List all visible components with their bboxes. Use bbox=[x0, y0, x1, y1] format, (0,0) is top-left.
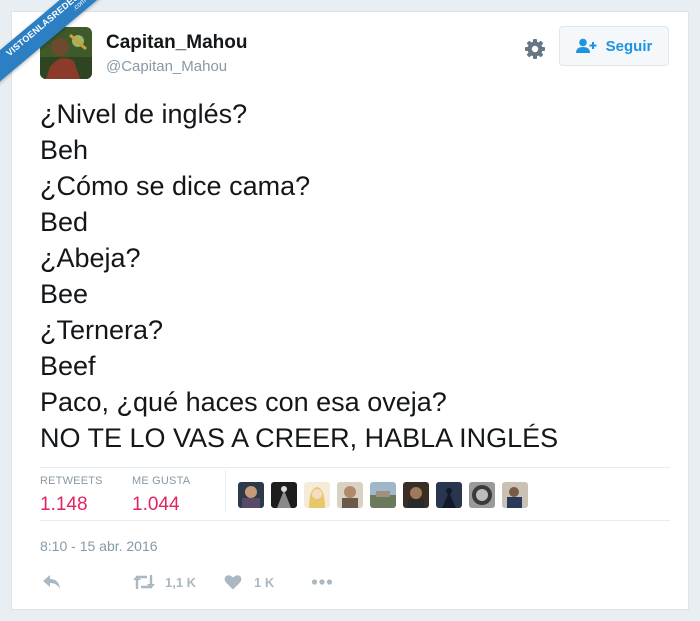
gear-icon[interactable] bbox=[524, 38, 546, 60]
retweet-button[interactable]: 1,1 K bbox=[132, 574, 196, 590]
add-user-icon bbox=[575, 38, 597, 53]
likes-label: ME GUSTA bbox=[132, 475, 191, 487]
more-icon bbox=[311, 579, 333, 585]
liker-avatars bbox=[238, 482, 535, 508]
liker-avatar[interactable] bbox=[304, 482, 330, 508]
tweet-line: Beh bbox=[40, 135, 89, 165]
likes-stat[interactable]: ME GUSTA 1.044 bbox=[132, 475, 190, 516]
tweet-line: Paco, ¿qué haces con esa oveja? bbox=[40, 387, 447, 417]
follow-button-label: Seguir bbox=[605, 37, 653, 55]
divider bbox=[40, 467, 670, 468]
follow-button[interactable]: Seguir bbox=[559, 26, 669, 66]
tweet-line: ¿Cómo se dice cama? bbox=[40, 171, 311, 201]
tweet-line: Bed bbox=[40, 207, 89, 237]
retweet-count: 1,1 K bbox=[165, 574, 197, 590]
tweet-line: ¿Nivel de inglés? bbox=[40, 99, 248, 129]
tweet-line: ¿Abeja? bbox=[40, 243, 141, 273]
tweet-card: Capitan_Mahou @Capitan_Mahou Seguir ¿Niv… bbox=[11, 11, 689, 610]
more-button[interactable] bbox=[311, 574, 333, 590]
retweet-icon bbox=[133, 575, 155, 589]
retweets-count: 1.148 bbox=[40, 494, 88, 515]
liker-avatar[interactable] bbox=[436, 482, 462, 508]
user-handle[interactable]: @Capitan_Mahou bbox=[106, 58, 227, 75]
liker-avatar[interactable] bbox=[337, 482, 363, 508]
likes-count: 1.044 bbox=[132, 494, 180, 515]
like-count: 1 K bbox=[254, 574, 275, 590]
user-name[interactable]: Capitan_Mahou bbox=[106, 32, 247, 54]
liker-avatar[interactable] bbox=[469, 482, 495, 508]
liker-avatar[interactable] bbox=[502, 482, 528, 508]
tweet-line: NO TE LO VAS A CREER, HABLA INGLÉS bbox=[40, 423, 559, 453]
divider bbox=[40, 520, 670, 521]
reply-button[interactable] bbox=[42, 574, 62, 590]
liker-avatar[interactable] bbox=[370, 482, 396, 508]
like-button[interactable]: 1 K bbox=[224, 574, 274, 590]
liker-avatar[interactable] bbox=[403, 482, 429, 508]
stats-divider bbox=[225, 470, 226, 512]
tweet-line: Bee bbox=[40, 279, 89, 309]
tweet-text: ¿Nivel de inglés? Beh ¿Cómo se dice cama… bbox=[40, 96, 670, 456]
liker-avatar[interactable] bbox=[271, 482, 297, 508]
timestamp[interactable]: 8:10 - 15 abr. 2016 bbox=[40, 538, 158, 554]
retweets-stat[interactable]: RETWEETS 1.148 bbox=[40, 475, 103, 516]
tweet-line: ¿Ternera? bbox=[40, 315, 164, 345]
heart-icon bbox=[224, 575, 242, 590]
tweet-line: Beef bbox=[40, 351, 96, 381]
reply-icon bbox=[43, 575, 60, 589]
retweets-label: RETWEETS bbox=[40, 475, 103, 487]
liker-avatar[interactable] bbox=[238, 482, 264, 508]
